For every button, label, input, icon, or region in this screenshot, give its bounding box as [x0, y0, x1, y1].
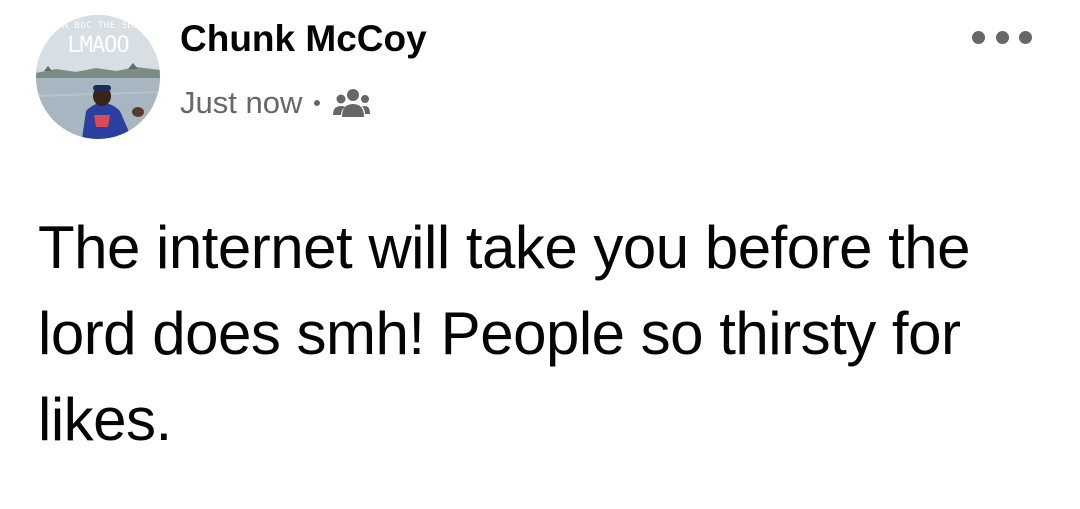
friends-icon[interactable]	[332, 88, 371, 118]
avatar-caption: ON BOC THE SHI	[56, 21, 140, 31]
more-options-icon	[995, 30, 1009, 44]
separator-dot	[314, 100, 321, 106]
avatar-watermark: LMAOO	[67, 33, 129, 58]
post-body-text: The internet will take you before the lo…	[38, 214, 971, 453]
more-options-icon	[1019, 30, 1032, 44]
author-name[interactable]: Chunk McCoy	[180, 14, 427, 64]
more-options-button[interactable]	[972, 22, 1032, 52]
post-card: ON BOC THE SHI LMAOO Chunk McCoy Just no…	[0, 0, 1080, 509]
more-options-icon	[972, 30, 985, 44]
post-timestamp[interactable]: Just now	[180, 80, 302, 126]
post-meta: Just now	[180, 80, 371, 126]
author-avatar[interactable]: ON BOC THE SHI LMAOO	[36, 15, 160, 139]
